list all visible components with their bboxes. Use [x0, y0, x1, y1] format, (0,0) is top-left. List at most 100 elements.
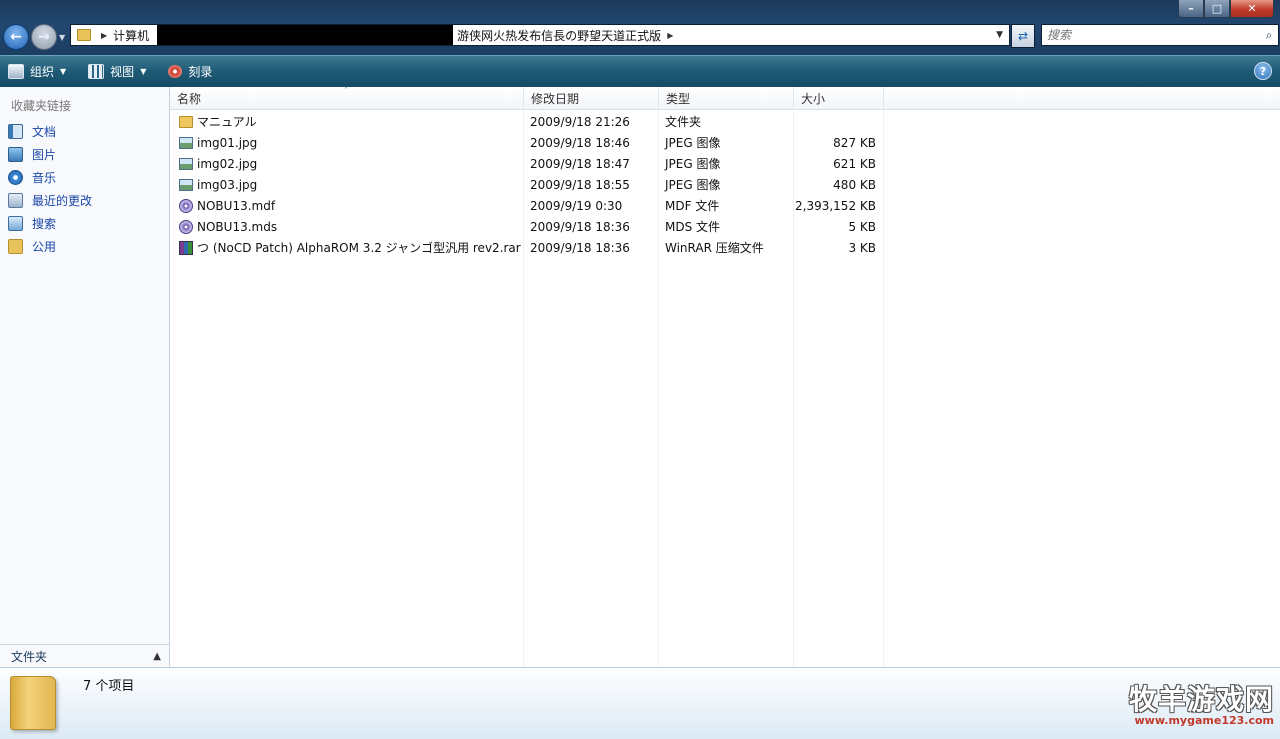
file-row[interactable]: つ (NoCD Patch) AlphaROM 3.2 ジャンゴ型汎用 rev2… [170, 237, 884, 258]
column-header-size[interactable]: 大小 [794, 87, 884, 109]
file-row[interactable]: NOBU13.mdf 2009/9/19 0:30 MDF 文件 2,393,1… [170, 195, 884, 216]
folder-icon [179, 115, 193, 128]
minimize-button[interactable]: – [1178, 0, 1204, 18]
help-button[interactable]: ? [1254, 62, 1272, 80]
item-count: 7 个项目 [83, 679, 135, 694]
file-name: つ (NoCD Patch) AlphaROM 3.2 ジャンゴ型汎用 rev2… [197, 241, 521, 255]
search-input[interactable] [1042, 27, 1260, 43]
image-icon [179, 136, 193, 149]
folder-icon [8, 239, 23, 254]
views-label: 视图 [110, 65, 135, 79]
back-button[interactable]: ← [3, 24, 29, 50]
nav-link-recently-changed[interactable]: 最近的更改 [8, 192, 92, 209]
nav-link-pictures[interactable]: 图片 [8, 146, 56, 163]
column-header-date[interactable]: 修改日期 [524, 87, 659, 109]
file-date: 2009/9/18 18:36 [530, 240, 630, 255]
help-icon: ? [1259, 64, 1267, 78]
file-size [794, 111, 876, 132]
breadcrumb-chevron-icon[interactable]: ▶ [101, 31, 107, 40]
file-row[interactable]: img03.jpg 2009/9/18 18:55 JPEG 图像 480 KB [170, 174, 884, 195]
folders-label: 文件夹 [11, 650, 48, 664]
nav-link-music[interactable]: 音乐 [8, 169, 56, 186]
refresh-button[interactable]: ⇄ [1011, 24, 1035, 48]
column-header-label: 名称 [177, 91, 202, 106]
views-icon [88, 64, 105, 79]
nav-link-label: 搜索 [32, 217, 57, 231]
favorite-links-title: 收藏夹链接 [11, 99, 72, 113]
organize-icon [8, 64, 24, 79]
nav-link-public[interactable]: 公用 [8, 238, 56, 255]
breadcrumb-chevron-icon[interactable]: ▶ [667, 31, 673, 40]
column-header-label: 类型 [666, 91, 691, 106]
file-name: NOBU13.mdf [197, 198, 276, 213]
file-type: 文件夹 [665, 115, 702, 129]
file-name: NOBU13.mds [197, 219, 278, 234]
file-row[interactable]: マニュアル 2009/9/18 21:26 文件夹 [170, 111, 884, 132]
column-header-type[interactable]: 类型 [659, 87, 794, 109]
breadcrumb-computer[interactable]: 计算机 [113, 27, 149, 44]
recent-pages-dropdown[interactable]: ▼ [59, 33, 65, 42]
file-list: 名称 ˄ 修改日期 类型 大小 マニュアル 2009/9/18 21:26 文件… [170, 86, 1280, 667]
file-type: WinRAR 压缩文件 [665, 241, 764, 255]
folder-icon [77, 29, 91, 41]
file-date: 2009/9/18 21:26 [530, 114, 630, 129]
forward-button[interactable]: → [31, 24, 57, 50]
maximize-button[interactable]: □ [1204, 0, 1230, 18]
folders-bar[interactable]: 文件夹 ▲ [0, 644, 169, 668]
file-date: 2009/9/19 0:30 [530, 198, 623, 213]
watermark-url: www.mygame123.com [1134, 714, 1275, 727]
details-pane: 7 个项目 牧羊游戏网 www.mygame123.com [0, 667, 1280, 739]
arrow-left-icon: ← [10, 29, 22, 45]
file-size: 2,393,152 KB [795, 198, 876, 213]
file-row[interactable]: NOBU13.mds 2009/9/18 18:36 MDS 文件 5 KB [170, 216, 884, 237]
burn-label: 刻录 [188, 65, 213, 79]
file-name: img03.jpg [197, 177, 258, 192]
nav-link-label: 图片 [32, 148, 57, 162]
file-row[interactable]: img02.jpg 2009/9/18 18:47 JPEG 图像 621 KB [170, 153, 884, 174]
nav-link-label: 音乐 [32, 171, 57, 185]
burn-button[interactable]: 刻录 [168, 63, 212, 80]
column-header-label: 修改日期 [531, 91, 580, 106]
search-box[interactable]: ⌕ [1041, 24, 1279, 46]
file-size: 827 KB [833, 135, 876, 150]
nav-link-label: 公用 [32, 240, 57, 254]
burn-disc-icon [168, 65, 183, 78]
file-size: 480 KB [833, 177, 876, 192]
window-controls: – □ ✕ [1178, 0, 1274, 18]
column-header-name[interactable]: 名称 ˄ [170, 86, 524, 109]
image-icon [179, 178, 193, 191]
chevron-up-icon[interactable]: ▲ [153, 651, 161, 662]
address-bar[interactable]: ▶ 计算机 游侠网火热发布信長の野望天道正式版 ▶ ▼ [70, 24, 1010, 46]
close-button[interactable]: ✕ [1230, 0, 1274, 18]
organize-label: 组织 [30, 65, 55, 79]
organize-button[interactable]: 组织 ▼ [8, 63, 66, 80]
nav-link-searches[interactable]: 搜索 [8, 215, 56, 232]
nav-link-label: 最近的更改 [32, 194, 93, 208]
nav-link-documents[interactable]: 文档 [8, 123, 56, 140]
recent-changes-icon [8, 193, 23, 208]
command-toolbar: 组织 ▼ 视图 ▼ 刻录 ? [0, 55, 1280, 87]
breadcrumb-current-folder[interactable]: 游侠网火热发布信長の野望天道正式版 [457, 27, 661, 44]
file-date: 2009/9/18 18:36 [530, 219, 630, 234]
redacted-path-segment [157, 25, 454, 45]
chevron-down-icon: ▼ [60, 67, 67, 76]
file-size: 621 KB [833, 156, 876, 171]
file-type: MDS 文件 [665, 220, 721, 234]
file-type: MDF 文件 [665, 199, 720, 213]
views-button[interactable]: 视图 ▼ [88, 63, 146, 80]
file-name: img01.jpg [197, 135, 258, 150]
file-type: JPEG 图像 [665, 157, 721, 171]
disc-image-icon [179, 219, 193, 234]
address-dropdown-icon[interactable]: ▼ [996, 30, 1003, 40]
column-header-row: 名称 ˄ 修改日期 类型 大小 [170, 86, 1280, 110]
refresh-icon: ⇄ [1017, 29, 1029, 43]
nav-link-label: 文档 [32, 125, 57, 139]
rar-archive-icon [179, 240, 193, 255]
file-date: 2009/9/18 18:46 [530, 135, 630, 150]
image-icon [179, 157, 193, 170]
navigation-pane: 收藏夹链接 文档 图片 音乐 最近的更改 搜索 公用 文件夹 ▲ [0, 87, 170, 668]
documents-icon [8, 124, 23, 139]
watermark-text: 牧羊游戏网 [1128, 683, 1274, 716]
search-icon[interactable]: ⌕ [1260, 28, 1278, 43]
file-row[interactable]: img01.jpg 2009/9/18 18:46 JPEG 图像 827 KB [170, 132, 884, 153]
